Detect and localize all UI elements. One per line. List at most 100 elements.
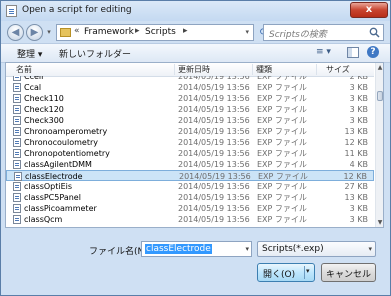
file-type: EXP ファイル <box>257 138 307 147</box>
recent-locations-dropdown[interactable]: ▾ <box>45 27 53 37</box>
open-options-dropdown-icon[interactable]: ▾ <box>306 267 310 275</box>
file-date: 2014/05/19 13:56 <box>178 182 250 191</box>
file-row[interactable]: Check110 2014/05/19 13:56 EXP ファイル 3 KB <box>6 93 374 104</box>
open-button[interactable]: 開く(O) ▾ <box>257 263 315 282</box>
exp-file-icon <box>13 76 21 81</box>
file-row[interactable]: Ccal 2014/05/19 13:56 EXP ファイル 3 KB <box>6 82 374 93</box>
split-divider <box>304 266 305 279</box>
file-type: EXP ファイル <box>257 83 307 92</box>
file-date: 2014/05/19 13:56 <box>178 94 250 103</box>
new-folder-button[interactable]: 新しいフォルダー <box>59 47 131 60</box>
file-type: EXP ファイル <box>257 94 307 103</box>
file-name: Check120 <box>24 105 64 114</box>
exp-file-icon <box>14 172 22 181</box>
open-file-dialog: Open a script for editing x ◀ ▶ ▾ « Fram… <box>0 0 391 296</box>
address-dropdown-icon[interactable]: ▾ <box>245 28 249 36</box>
file-row[interactable]: classAgilentDMM 2014/05/19 13:56 EXP ファイル 4… <box>6 159 374 170</box>
breadcrumb-framework[interactable]: Framework <box>84 27 134 37</box>
file-type: EXP ファイル <box>257 127 307 136</box>
file-type-select[interactable]: Scripts(*.exp) ▾ <box>257 241 376 257</box>
search-placeholder: Scriptsの検索 <box>269 30 327 40</box>
back-button[interactable]: ◀ <box>7 24 24 41</box>
file-row[interactable]: classQcm 2014/05/19 13:56 EXP ファイル 3 KB <box>6 214 374 225</box>
view-options-icon[interactable]: ≡ ▾ <box>316 47 338 59</box>
column-divider[interactable] <box>252 64 253 75</box>
close-icon: x <box>365 4 373 15</box>
filename-value[interactable]: classElectrode <box>145 244 212 254</box>
file-size: 27 KB <box>344 182 368 191</box>
organize-menu[interactable]: 整理 ▾ <box>17 47 42 60</box>
file-size: 3 KB <box>349 94 368 103</box>
exp-file-icon <box>13 149 21 158</box>
file-row[interactable]: Chronopotentiometry 2014/05/19 13:56 EXP フ… <box>6 148 374 159</box>
file-row[interactable]: classPicoammeter 2014/05/19 13:56 EXP ファイル… <box>6 203 374 214</box>
file-date: 2014/05/19 13:56 <box>178 160 250 169</box>
file-date: 2014/05/19 13:56 <box>178 138 250 147</box>
file-row[interactable]: classElectrode 2014/05/19 13:56 EXP ファイル 12… <box>6 170 374 181</box>
column-name[interactable]: 名前 <box>16 64 32 75</box>
forward-button[interactable]: ▶ <box>26 24 43 41</box>
title-bar[interactable]: Open a script for editing x <box>1 1 390 21</box>
file-row[interactable]: classOptiEis 2014/05/19 13:56 EXP ファイル 27 K… <box>6 181 374 192</box>
column-divider[interactable] <box>174 64 175 75</box>
file-type: EXP ファイル <box>257 116 307 125</box>
file-type-value: Scripts(*.exp) <box>262 244 324 254</box>
file-date: 2014/05/19 13:56 <box>178 83 250 92</box>
exp-file-icon <box>13 83 21 92</box>
file-size: 11 KB <box>344 149 368 158</box>
file-row[interactable]: classPC5Panel 2014/05/19 13:56 EXP ファイル 13 … <box>6 192 374 203</box>
exp-file-icon <box>13 182 21 191</box>
file-name: classPicoammeter <box>24 204 97 213</box>
search-box[interactable]: Scriptsの検索 <box>263 24 384 41</box>
cancel-button[interactable]: キャンセル <box>321 263 376 282</box>
scroll-up-icon[interactable]: ▲ <box>376 63 383 72</box>
file-list[interactable]: 名前 更新日時 種類 サイズ Ccell 2014/05/19 13:56 EXP … <box>5 62 384 228</box>
exp-file-icon <box>13 138 21 147</box>
chevron-down-icon: ▾ <box>368 245 372 253</box>
file-type: EXP ファイル <box>257 105 307 114</box>
close-button[interactable]: x <box>350 2 388 18</box>
file-type: EXP ファイル <box>257 149 307 158</box>
file-name: Chronopotentiometry <box>24 149 110 158</box>
file-type: EXP ファイル <box>257 215 307 224</box>
breadcrumb-separator-icon[interactable]: ▸ <box>135 26 140 36</box>
window-title: Open a script for editing <box>22 5 132 15</box>
breadcrumb-scripts[interactable]: Scripts <box>145 27 176 37</box>
file-name: Chronocoulometry <box>24 138 98 147</box>
back-arrow-icon: ◀ <box>11 27 20 38</box>
exp-file-icon <box>13 160 21 169</box>
file-row[interactable]: Chronoamperometry 2014/05/19 13:56 EXP ファイ… <box>6 126 374 137</box>
file-size: 3 KB <box>349 105 368 114</box>
breadcrumb-overflow[interactable]: « <box>74 26 80 36</box>
exp-file-icon <box>13 94 21 103</box>
file-row[interactable]: Chronocoulometry 2014/05/19 13:56 EXP ファイル… <box>6 137 374 148</box>
file-size: 13 KB <box>344 193 368 202</box>
help-icon[interactable]: ? <box>367 46 379 58</box>
breadcrumb-separator-icon[interactable]: ▸ <box>183 26 188 36</box>
file-date: 2014/05/19 13:56 <box>178 215 250 224</box>
column-divider[interactable] <box>316 64 317 75</box>
file-row[interactable]: Check300 2014/05/19 13:56 EXP ファイル 3 KB <box>6 115 374 126</box>
folder-icon <box>60 28 71 37</box>
exp-file-icon <box>13 193 21 202</box>
file-name: Ccal <box>24 83 42 92</box>
column-size[interactable]: サイズ <box>326 64 350 75</box>
filename-dropdown-icon[interactable]: ▾ <box>245 245 249 253</box>
file-type: EXP ファイル <box>257 204 307 213</box>
scroll-thumb[interactable] <box>377 91 383 101</box>
scroll-down-icon[interactable]: ▼ <box>376 218 383 227</box>
column-date[interactable]: 更新日時 <box>178 64 210 75</box>
file-name: classPC5Panel <box>24 193 81 202</box>
column-type[interactable]: 種類 <box>256 64 272 75</box>
file-name: classQcm <box>24 215 63 224</box>
file-date: 2014/05/19 13:56 <box>178 116 250 125</box>
forward-arrow-icon: ▶ <box>30 27 39 38</box>
file-rows: Ccell 2014/05/19 13:56 EXP ファイル 2 KB Ccal 201… <box>6 76 374 227</box>
address-bar[interactable]: « Framework ▸ Scripts ▸ ▾ <box>56 24 254 41</box>
file-date: 2014/05/19 13:56 <box>178 127 250 136</box>
filename-input[interactable]: classElectrode ▾ <box>141 241 252 257</box>
file-row[interactable]: Check120 2014/05/19 13:56 EXP ファイル 3 KB <box>6 104 374 115</box>
preview-pane-icon[interactable] <box>347 47 359 58</box>
column-header: 名前 更新日時 種類 サイズ <box>6 63 374 77</box>
vertical-scrollbar[interactable]: ▲ ▼ <box>375 63 383 227</box>
